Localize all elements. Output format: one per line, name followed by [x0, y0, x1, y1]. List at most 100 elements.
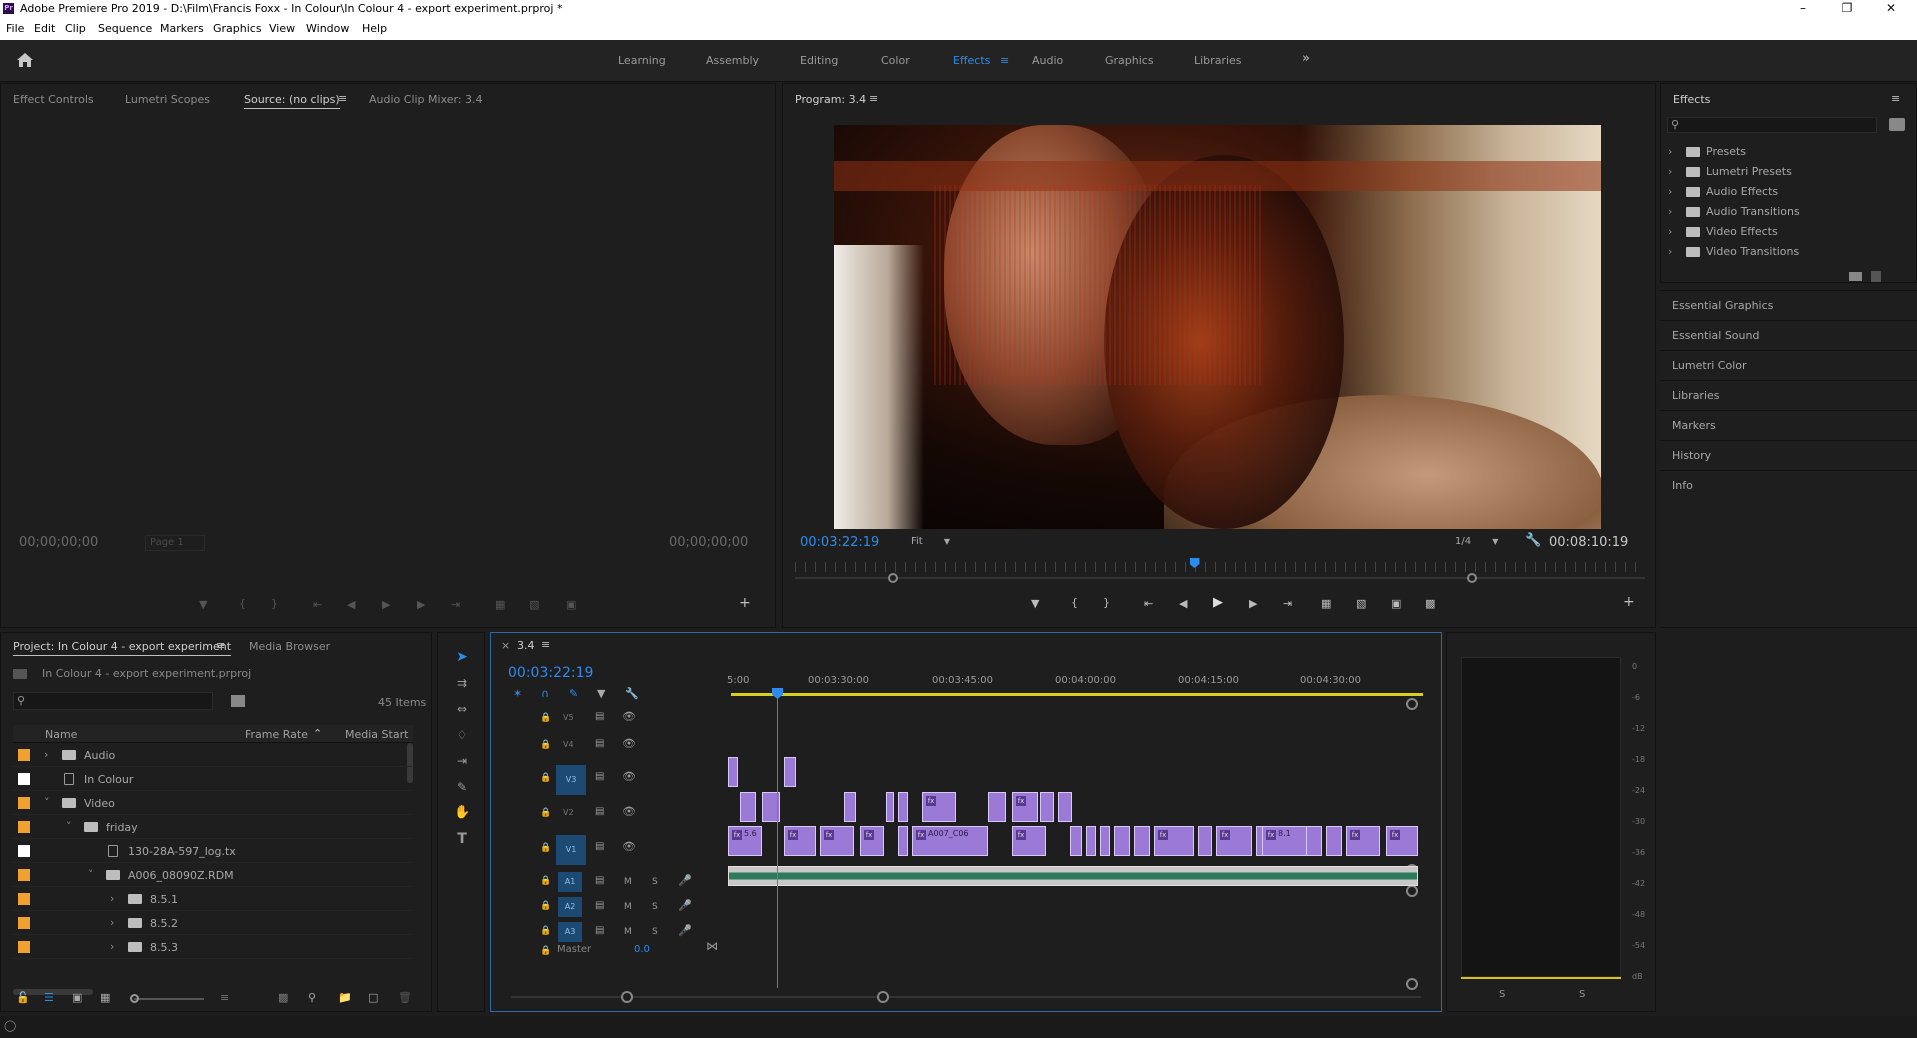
track-sync-icon[interactable]: ▤ [595, 711, 604, 723]
list-view-icon[interactable]: ☰ [44, 992, 54, 1004]
ripple-edit-tool-icon[interactable]: ⇔ [454, 703, 470, 715]
effects-new-folder-icon[interactable] [1849, 272, 1862, 281]
panel-essential-sound[interactable]: Essential Sound [1660, 320, 1917, 350]
chevron-right-icon[interactable]: › [110, 940, 114, 953]
timeline-clip[interactable] [844, 792, 856, 822]
menu-graphics[interactable]: Graphics [213, 22, 262, 35]
project-row[interactable]: › 8.5.2 [12, 911, 412, 935]
menu-edit[interactable]: Edit [34, 22, 55, 35]
panel-essential-graphics[interactable]: Essential Graphics [1660, 290, 1917, 320]
effects-item-audio-transitions[interactable]: › Audio Transitions [1668, 203, 1908, 221]
timeline-clip[interactable] [898, 792, 908, 822]
source-go-to-in-icon[interactable]: ⇤ [313, 599, 322, 611]
timeline-clip[interactable]: fx [1012, 792, 1038, 822]
program-mark-in-icon[interactable]: { [1071, 597, 1078, 609]
program-lift-icon[interactable]: ▦ [1321, 598, 1331, 610]
panel-history[interactable]: History [1660, 440, 1917, 470]
project-row[interactable]: › 8.5.3 [12, 935, 412, 959]
column-name[interactable]: Name [45, 728, 77, 741]
panel-info[interactable]: Info [1660, 470, 1917, 628]
icon-view-icon[interactable]: ▣ [72, 992, 82, 1004]
workspace-learning[interactable]: Learning [618, 54, 666, 67]
track-sync-icon[interactable]: ▤ [595, 900, 604, 912]
home-icon[interactable] [16, 52, 34, 68]
program-go-to-out-icon[interactable]: ⇥ [1283, 598, 1292, 610]
source-step-back-icon[interactable]: ◀ [347, 599, 355, 611]
eye-icon[interactable]: 👁 [622, 711, 636, 723]
eye-icon[interactable]: 👁 [622, 841, 636, 853]
source-export-frame-icon[interactable]: ▣ [566, 599, 576, 611]
track-solo-button[interactable]: S [652, 901, 658, 913]
workspace-audio[interactable]: Audio [1032, 54, 1063, 67]
track-label-v3[interactable]: V3 [556, 765, 586, 795]
automate-to-sequence-icon[interactable]: ▩ [278, 992, 288, 1004]
timeline-clip[interactable]: fx [860, 826, 884, 856]
timeline-settings-icon[interactable]: 🔧 [625, 688, 639, 700]
timeline-clip[interactable] [784, 757, 796, 787]
panel-libraries[interactable]: Libraries [1660, 380, 1917, 410]
chevron-right-icon[interactable]: › [110, 892, 114, 905]
chevron-down-icon[interactable]: ˅ [88, 868, 94, 881]
effects-item-audio-effects[interactable]: › Audio Effects [1668, 183, 1908, 201]
meter-solo-left-button[interactable]: S [1499, 989, 1505, 1000]
selection-tool-icon[interactable]: ➤ [454, 650, 470, 664]
project-row[interactable]: 130-28A-597_log.tx [12, 839, 412, 863]
chevron-down-icon[interactable]: ˅ [44, 796, 50, 809]
project-find-icon[interactable] [231, 695, 245, 707]
workspace-assembly[interactable]: Assembly [706, 54, 759, 67]
track-label-v5[interactable]: V5 [563, 713, 574, 722]
timeline-playhead-line[interactable] [777, 692, 778, 988]
freeform-view-icon[interactable]: ▦ [100, 992, 110, 1004]
track-label-a3[interactable]: A3 [558, 922, 582, 942]
timeline-clip[interactable] [1326, 826, 1342, 856]
workspace-effects-menu-icon[interactable]: ≡ [1000, 54, 1009, 67]
track-label-v2[interactable]: V2 [563, 808, 574, 817]
timeline-clip[interactable] [1306, 826, 1322, 856]
tab-media-browser[interactable]: Media Browser [249, 640, 330, 653]
thumbnail-zoom-handle[interactable] [130, 994, 139, 1003]
label-color-swatch[interactable] [18, 941, 30, 953]
thumbnail-zoom-slider[interactable] [134, 998, 204, 1000]
pen-tool-icon[interactable]: ✎ [454, 781, 470, 793]
label-color-swatch[interactable] [18, 797, 30, 809]
timeline-panel-menu-icon[interactable]: ≡ [541, 638, 550, 651]
program-playhead-timecode[interactable]: 00:03:22:19 [800, 535, 879, 550]
track-label-a2[interactable]: A2 [558, 897, 582, 917]
work-area-bar[interactable] [731, 693, 1423, 696]
timeline-clip[interactable] [1070, 826, 1082, 856]
workspace-color[interactable]: Color [881, 54, 910, 67]
track-label-v1[interactable]: V1 [556, 835, 586, 865]
effects-item-lumetri-presets[interactable]: › Lumetri Presets [1668, 163, 1908, 181]
find-icon[interactable]: ⚲ [308, 992, 316, 1004]
menu-window[interactable]: Window [306, 22, 349, 35]
program-export-frame-icon[interactable]: ▣ [1391, 598, 1401, 610]
label-color-swatch[interactable] [18, 869, 30, 881]
eye-icon[interactable]: 👁 [622, 771, 636, 783]
column-media-start[interactable]: Media Start [345, 728, 408, 741]
master-volume-value[interactable]: 0.0 [634, 944, 650, 955]
track-sync-icon[interactable]: ▤ [595, 875, 604, 887]
track-lock-icon[interactable]: 🔒 [540, 807, 551, 819]
tab-lumetri-scopes[interactable]: Lumetri Scopes [125, 93, 210, 106]
timeline-clip[interactable]: fx [1216, 826, 1252, 856]
track-label-v4[interactable]: V4 [563, 740, 574, 749]
workspace-libraries[interactable]: Libraries [1194, 54, 1242, 67]
menu-help[interactable]: Help [362, 22, 387, 35]
label-color-swatch[interactable] [18, 845, 30, 857]
source-mark-out-icon[interactable]: } [271, 598, 278, 610]
timeline-clip[interactable]: fx [784, 826, 816, 856]
menu-view[interactable]: View [269, 22, 295, 35]
timeline-clip[interactable]: fx [922, 792, 956, 822]
program-add-button-icon[interactable]: + [1623, 595, 1635, 609]
sort-icons-icon[interactable]: ≡ [220, 992, 229, 1004]
menu-clip[interactable]: Clip [65, 22, 86, 35]
snap-icon[interactable]: ∩ [541, 688, 549, 700]
project-panel-menu-icon[interactable]: ≡ [216, 639, 225, 652]
eye-icon[interactable]: 👁 [622, 738, 636, 750]
minimize-button[interactable]: – [1781, 0, 1825, 18]
wrench-icon[interactable]: 🔧 [1525, 534, 1541, 547]
track-mute-button[interactable]: M [624, 901, 632, 913]
timeline-clip[interactable]: fx [1386, 826, 1418, 856]
new-bin-folder-icon[interactable]: 📁 [338, 992, 352, 1004]
timeline-clip[interactable] [740, 792, 756, 822]
